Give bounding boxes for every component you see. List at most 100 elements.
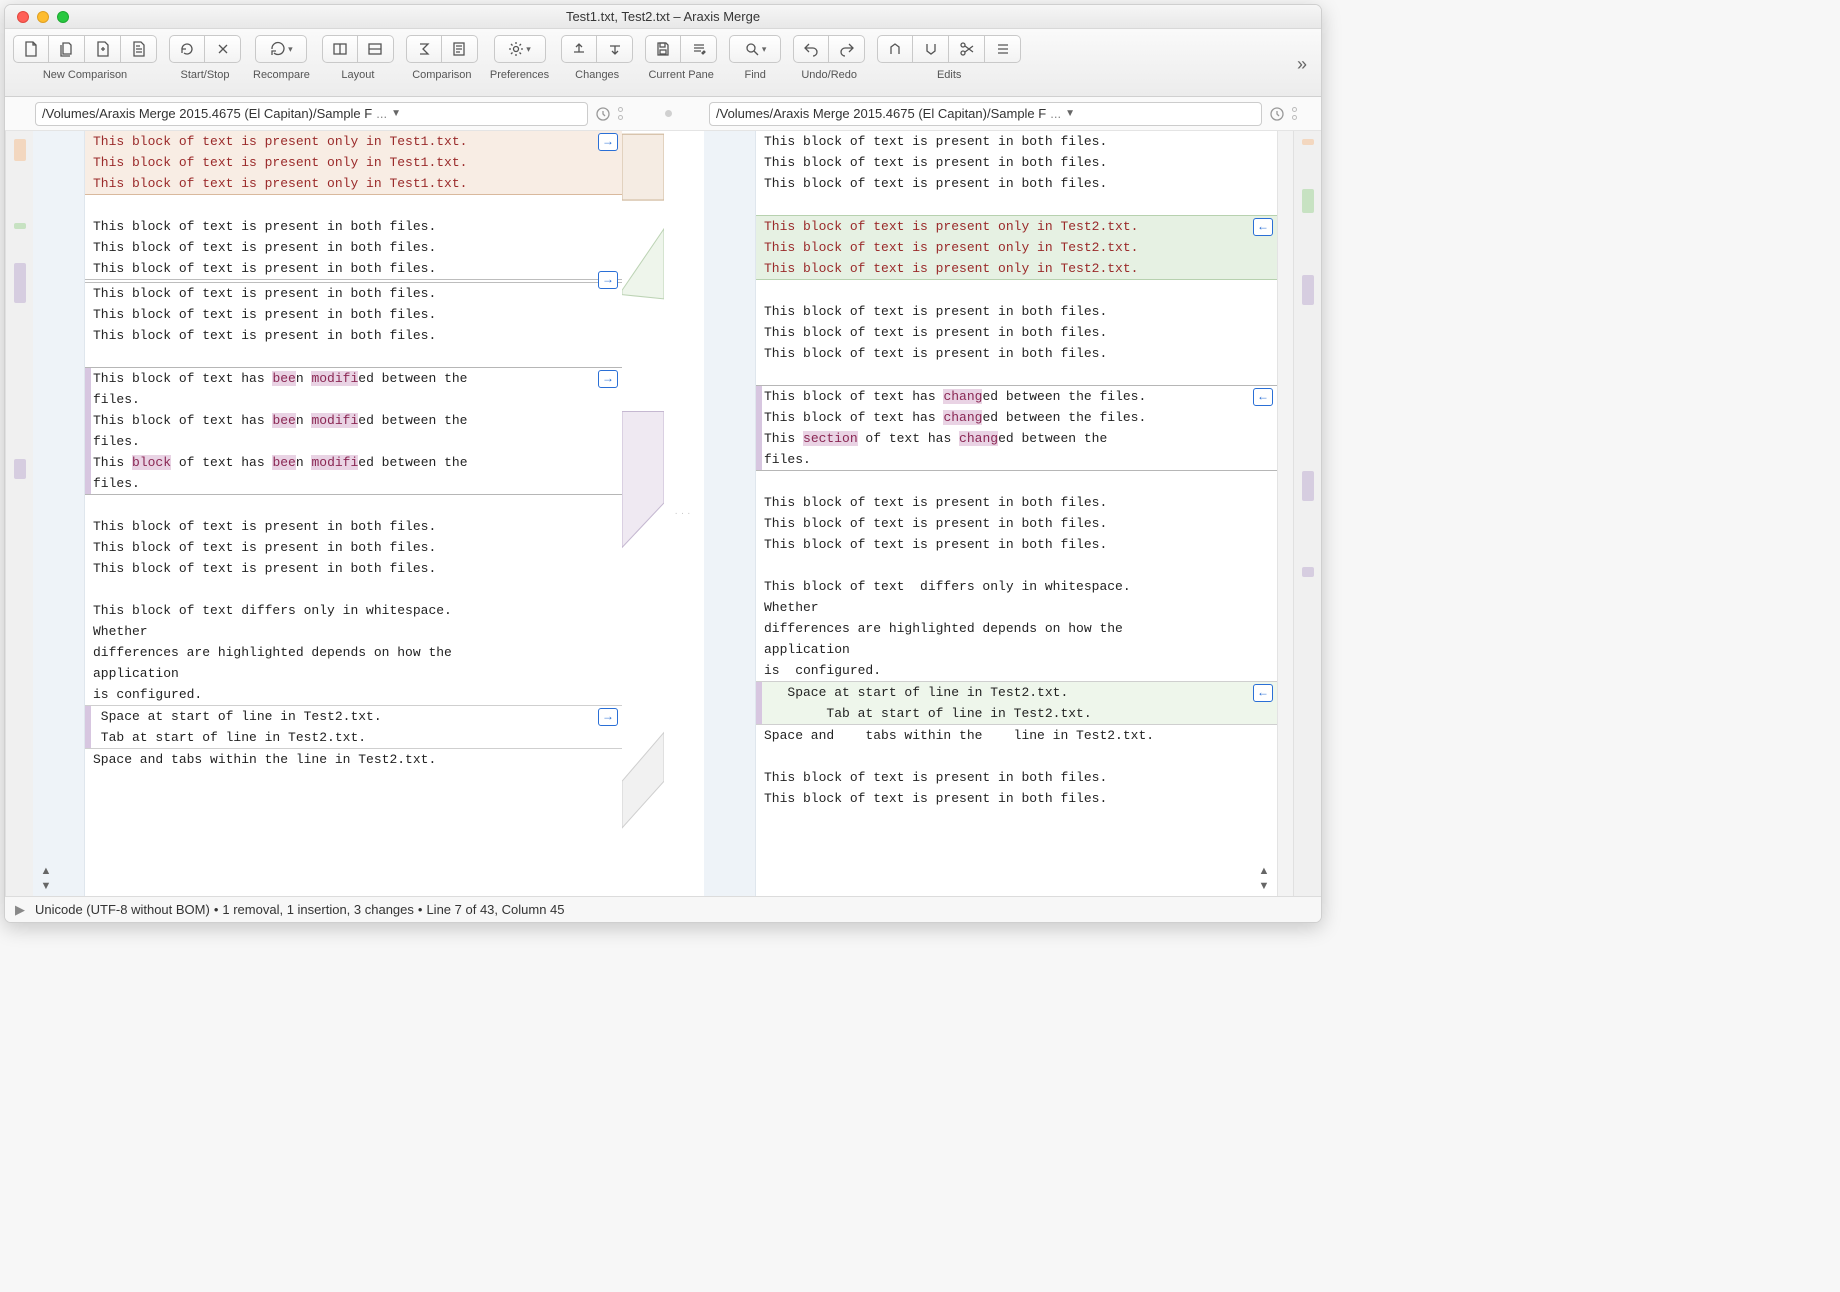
left-text-area[interactable]: → This block of text is present only in … bbox=[85, 131, 622, 896]
x-icon bbox=[215, 41, 231, 57]
diff-line: This block of text is present in both fi… bbox=[764, 152, 1269, 173]
merge-right-button[interactable]: → bbox=[598, 133, 618, 151]
chevron-down-icon[interactable]: ▼ bbox=[1065, 108, 1075, 119]
diff-line: This block of text is present only in Te… bbox=[764, 237, 1269, 258]
right-text-area[interactable]: This block of text is present in both fi… bbox=[756, 131, 1277, 896]
toolbar-label: Layout bbox=[341, 69, 374, 81]
status-bar: ▶ Unicode (UTF-8 without BOM) • 1 remova… bbox=[5, 896, 1321, 922]
left-nav-arrows[interactable]: ▲▼ bbox=[39, 865, 53, 892]
sync-indicator bbox=[665, 110, 672, 117]
diff-line: Tab at start of line in Test2.txt. bbox=[93, 727, 614, 748]
toolbar-group-current-pane: Current Pane bbox=[645, 35, 717, 81]
merge-right-button[interactable]: → bbox=[598, 708, 618, 726]
toolbar-label: Start/Stop bbox=[181, 69, 230, 81]
right-scrollbar[interactable] bbox=[1277, 131, 1293, 896]
diff-line: application bbox=[93, 663, 614, 684]
diff-line: is configured. bbox=[93, 684, 614, 705]
undo-icon bbox=[803, 41, 819, 57]
diff-line: This block of text is present in both fi… bbox=[93, 516, 614, 537]
toolbar-label: Changes bbox=[575, 69, 619, 81]
toolbar-label: New Comparison bbox=[43, 69, 127, 81]
diff-line: This block of text is present in both fi… bbox=[764, 301, 1269, 322]
pane-options-button[interactable] bbox=[1288, 107, 1301, 120]
disclosure-triangle-icon[interactable]: ▶ bbox=[15, 902, 25, 918]
diff-line: This block of text has been modified bet… bbox=[93, 368, 614, 389]
right-path-text: /Volumes/Araxis Merge 2015.4675 (El Capi… bbox=[716, 106, 1046, 121]
redo-button[interactable] bbox=[829, 35, 865, 63]
recompare-button[interactable]: ▾ bbox=[255, 35, 307, 63]
left-overview-strip[interactable] bbox=[5, 131, 33, 896]
merge-down-icon bbox=[923, 41, 939, 57]
merge-left-button[interactable]: ← bbox=[1253, 218, 1273, 236]
chevron-down-icon: ▾ bbox=[526, 44, 531, 55]
toolbar-group-changes: Changes bbox=[561, 35, 633, 81]
merge-left-button[interactable]: ← bbox=[1253, 684, 1273, 702]
path-row: /Volumes/Araxis Merge 2015.4675 (El Capi… bbox=[5, 97, 1321, 131]
chevron-down-icon[interactable]: ▼ bbox=[391, 108, 401, 119]
layout-vertical-button[interactable] bbox=[358, 35, 394, 63]
left-path-field[interactable]: /Volumes/Araxis Merge 2015.4675 (El Capi… bbox=[35, 102, 588, 126]
toolbar-group-find: ▾ Find bbox=[729, 35, 781, 81]
edit-pane-button[interactable] bbox=[681, 35, 717, 63]
right-nav-arrows[interactable]: ▲▼ bbox=[1257, 865, 1271, 892]
new-binary-compare-button[interactable] bbox=[121, 35, 157, 63]
next-change-button[interactable] bbox=[597, 35, 633, 63]
right-path-field[interactable]: /Volumes/Araxis Merge 2015.4675 (El Capi… bbox=[709, 102, 1262, 126]
diff-line: This block of text is present in both fi… bbox=[764, 767, 1269, 788]
diff-line: This block of text is present in both fi… bbox=[764, 343, 1269, 364]
toolbar-group-preferences: ▾ Preferences bbox=[490, 35, 549, 81]
history-icon[interactable] bbox=[1268, 105, 1286, 123]
start-button[interactable] bbox=[169, 35, 205, 63]
stop-button[interactable] bbox=[205, 35, 241, 63]
right-line-gutter bbox=[704, 131, 756, 896]
new-text-compare-button[interactable] bbox=[13, 35, 49, 63]
prev-change-button[interactable] bbox=[561, 35, 597, 63]
merge-right-button[interactable]: → bbox=[598, 370, 618, 388]
diff-line: files. bbox=[93, 389, 614, 410]
comparison-report-button[interactable] bbox=[442, 35, 478, 63]
diff-line: differences are highlighted depends on h… bbox=[764, 618, 1269, 639]
preferences-button[interactable]: ▾ bbox=[494, 35, 546, 63]
diff-line: This block of text is present in both fi… bbox=[93, 558, 614, 579]
toolbar: New Comparison Start/Stop ▾ Recompare La… bbox=[5, 29, 1321, 97]
next-change-icon bbox=[607, 41, 623, 57]
chevron-down-icon: ▾ bbox=[762, 44, 767, 55]
comparison-summary-button[interactable] bbox=[406, 35, 442, 63]
history-icon[interactable] bbox=[594, 105, 612, 123]
diff-line: files. bbox=[764, 449, 1269, 470]
right-overview-strip[interactable] bbox=[1293, 131, 1321, 896]
center-handle[interactable]: ··· bbox=[664, 131, 704, 896]
prev-change-icon bbox=[571, 41, 587, 57]
right-pane: This block of text is present in both fi… bbox=[704, 131, 1293, 896]
diff-line: This block of text has changed between t… bbox=[764, 386, 1269, 407]
toolbar-label: Edits bbox=[937, 69, 961, 81]
diff-line: files. bbox=[93, 431, 614, 452]
diff-line: This block of text is present in both fi… bbox=[93, 537, 614, 558]
edit-3-button[interactable] bbox=[949, 35, 985, 63]
diff-line: This block of text has been modified bet… bbox=[93, 410, 614, 431]
save-pane-button[interactable] bbox=[645, 35, 681, 63]
undo-button[interactable] bbox=[793, 35, 829, 63]
edit-4-button[interactable] bbox=[985, 35, 1021, 63]
merge-left-button[interactable]: ← bbox=[1253, 388, 1273, 406]
new-three-way-button[interactable] bbox=[85, 35, 121, 63]
pane-options-button[interactable] bbox=[614, 107, 627, 120]
new-folder-compare-button[interactable] bbox=[49, 35, 85, 63]
toolbar-group-recompare: ▾ Recompare bbox=[253, 35, 310, 81]
left-path-text: /Volumes/Araxis Merge 2015.4675 (El Capi… bbox=[42, 106, 372, 121]
toolbar-overflow-button[interactable]: » bbox=[1291, 48, 1313, 81]
document-icon bbox=[23, 41, 39, 57]
edit-2-button[interactable] bbox=[913, 35, 949, 63]
diff-line: This block of text is present in both fi… bbox=[93, 237, 614, 258]
diff-line: This block of text is present in both fi… bbox=[764, 131, 1269, 152]
find-button[interactable]: ▾ bbox=[729, 35, 781, 63]
document-plus-icon bbox=[95, 41, 111, 57]
edit-1-button[interactable] bbox=[877, 35, 913, 63]
diff-line: This block of text is present in both fi… bbox=[93, 216, 614, 237]
layout-horizontal-button[interactable] bbox=[322, 35, 358, 63]
diff-line: This block of text is present in both fi… bbox=[93, 304, 614, 325]
status-sep: • bbox=[418, 902, 423, 917]
diff-line: This section of text has changed between… bbox=[764, 428, 1269, 449]
search-icon bbox=[744, 41, 760, 57]
diff-line: This block of text is present only in Te… bbox=[764, 258, 1269, 279]
